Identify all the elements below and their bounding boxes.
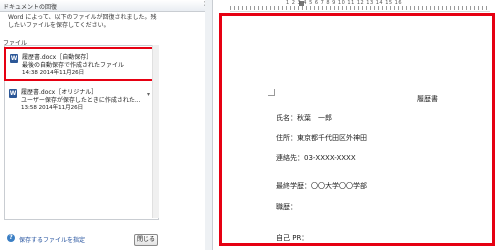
help-icon[interactable]: ?	[7, 234, 15, 242]
recovered-files-list: W 履歴書.docx［自動保存］ 最後の自動保存で作成されたファイル 14:38…	[4, 45, 159, 220]
pane-title: ドキュメントの回復	[3, 4, 58, 11]
chevron-down-icon[interactable]: ▾	[147, 91, 150, 98]
file-item-autosave[interactable]: W 履歴書.docx［自動保存］ 最後の自動保存で作成されたファイル 14:38…	[4, 47, 159, 81]
document-recovery-pane: ドキュメントの回復 × Word によって、以下のファイルが回復されました。残し…	[0, 0, 213, 250]
file-item-original[interactable]: W 履歴書.docx［オリジナル］ ユーザー保存が保存したときに作成された...…	[5, 84, 158, 120]
pane-description: Word によって、以下のファイルが回復されました。残したいファイルを保存してく…	[8, 14, 157, 29]
career-line[interactable]: 職歴：	[276, 202, 297, 212]
education-line[interactable]: 最終学歴：〇〇大学〇〇学部	[276, 181, 367, 191]
self-pr-line[interactable]: 自己 PR：	[276, 233, 308, 243]
word-document-icon: W	[10, 54, 18, 63]
file-timestamp: 13:58 2014年11月26日	[21, 105, 84, 111]
file-timestamp: 14:38 2014年11月26日	[22, 70, 85, 76]
pane-header: ドキュメントの回復	[0, 0, 205, 12]
close-button[interactable]: 閉じる	[134, 234, 158, 246]
margin-corner-mark	[268, 89, 275, 96]
contact-line[interactable]: 連絡先：03-XXXX-XXXX	[276, 153, 356, 163]
name-line[interactable]: 氏名：秋葉 一郎	[276, 113, 332, 123]
files-scrollbar[interactable]	[152, 45, 159, 218]
ruler-ticks	[230, 6, 490, 10]
ruler-numbers: 1 2 3 4 5 6 7 8 9 10 11 12 13 14 15 16	[286, 0, 403, 6]
horizontal-ruler[interactable]: 1 2 3 4 5 6 7 8 9 10 11 12 13 14 15 16	[230, 0, 490, 12]
document-page[interactable]: 履歴書 氏名：秋葉 一郎 住所：東京都千代田区外神田 連絡先：03-XXXX-X…	[219, 13, 495, 246]
word-document-icon: W	[9, 89, 17, 98]
address-line[interactable]: 住所：東京都千代田区外神田	[276, 133, 367, 143]
document-title[interactable]: 履歴書	[417, 94, 438, 104]
pane-splitter[interactable]	[205, 0, 212, 250]
which-file-to-save-link[interactable]: 保存するファイルを指定	[19, 235, 85, 244]
